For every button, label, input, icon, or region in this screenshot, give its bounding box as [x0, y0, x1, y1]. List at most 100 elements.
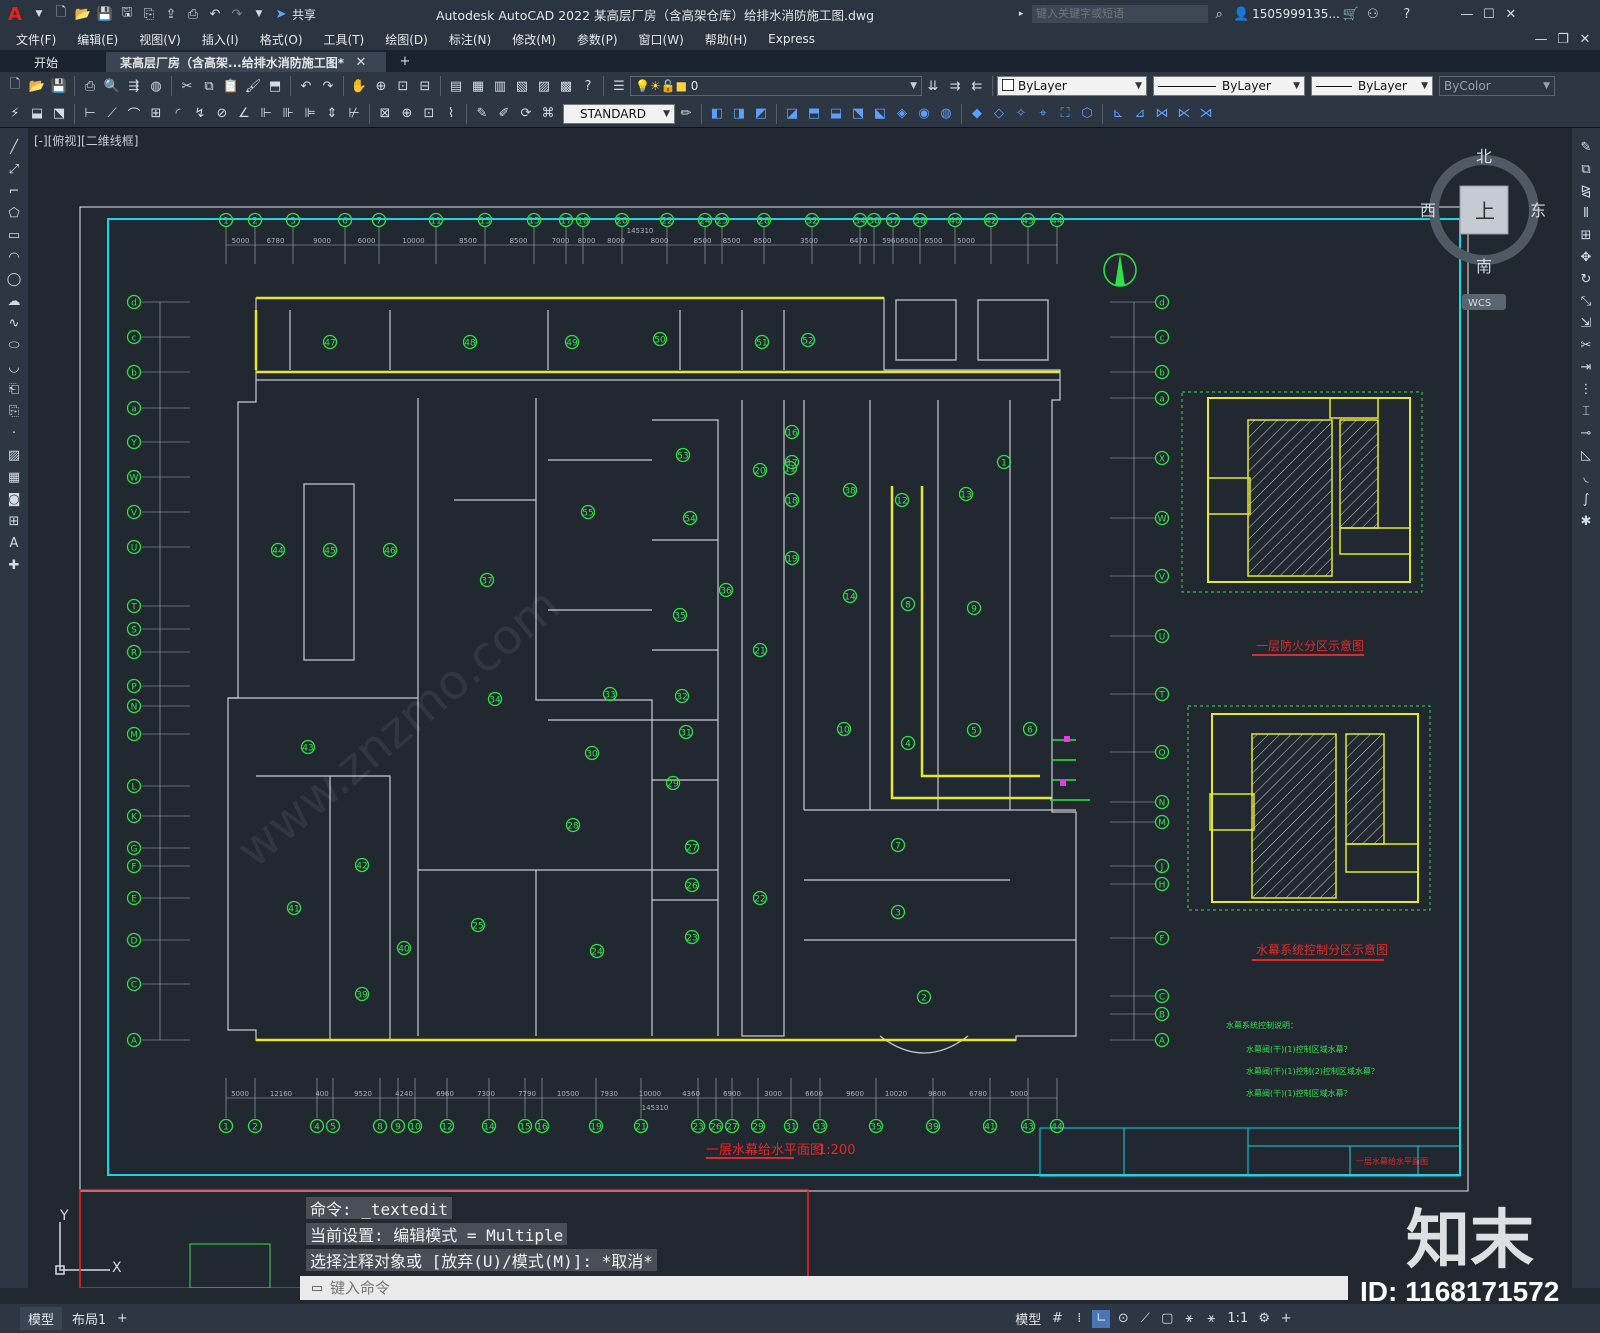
baseline-dim-icon[interactable]: ⊪	[279, 105, 297, 123]
linetype-combo[interactable]: ByLayer ▼	[1153, 76, 1305, 96]
a360-icon[interactable]: ⚇	[1364, 5, 1382, 23]
table-icon[interactable]: ⊞	[5, 512, 23, 530]
osnap-icon[interactable]: ▢	[1158, 1310, 1176, 1328]
search-input[interactable]	[1032, 5, 1209, 23]
ordinate-icon[interactable]: ⊞	[147, 105, 165, 123]
polyline-icon[interactable]: ⌐	[5, 182, 23, 200]
materials-icon[interactable]: ◇	[990, 105, 1008, 123]
model-space-button[interactable]: 模型	[1015, 1309, 1041, 1328]
zoom-realtime-icon[interactable]: ⊕	[372, 77, 390, 95]
loft-icon[interactable]: ⬕	[871, 105, 889, 123]
autocad-logo[interactable]: A	[8, 4, 22, 25]
menu-tools[interactable]: 工具(T)	[324, 31, 365, 48]
paste-icon[interactable]: 📋	[222, 77, 240, 95]
presspull-icon[interactable]: ⬒	[805, 105, 823, 123]
dimtedit-icon[interactable]: ✐	[495, 105, 513, 123]
snap-icon[interactable]: ⁞	[1070, 1310, 1088, 1328]
tab-start[interactable]: 开始	[0, 52, 106, 72]
linear-dim-icon[interactable]: ⊢	[81, 105, 99, 123]
plotstyle-combo[interactable]: ByColor ▼	[1439, 76, 1555, 96]
open-tb-icon[interactable]: 📂	[28, 77, 46, 95]
menu-format[interactable]: 格式(O)	[260, 31, 303, 48]
doc-restore-icon[interactable]: ❐	[1554, 30, 1572, 48]
publish-icon[interactable]: ⇶	[125, 77, 143, 95]
viewcube-west[interactable]: 西	[1420, 201, 1436, 220]
scale-icon[interactable]: ⤡	[1577, 292, 1595, 310]
stretch-icon[interactable]: ⇲	[1577, 314, 1595, 332]
globe-icon[interactable]: ◍	[147, 77, 165, 95]
help-tb-icon[interactable]: ?	[579, 77, 597, 95]
fly-icon[interactable]: ⬡	[1078, 105, 1096, 123]
move-icon[interactable]: ✥	[1577, 248, 1595, 266]
make-block-icon[interactable]: ⎘	[5, 402, 23, 420]
viewcube-east[interactable]: 东	[1530, 201, 1546, 220]
dimedit-icon[interactable]: ✎	[473, 105, 491, 123]
save-as-icon[interactable]: 🖫	[118, 5, 136, 23]
layer-tools-icon[interactable]: ⬔	[50, 105, 68, 123]
command-input[interactable]	[328, 1278, 1232, 1298]
insert-block-icon[interactable]: ⎗	[5, 380, 23, 398]
save-icon[interactable]: 💾	[96, 5, 114, 23]
modeling-box-icon[interactable]: ◧	[708, 105, 726, 123]
ucs-world-icon[interactable]: ⊿	[1131, 105, 1149, 123]
spline-icon[interactable]: ∿	[5, 314, 23, 332]
rectangle-icon[interactable]: ▭	[5, 226, 23, 244]
angular-dim-icon[interactable]: ∠	[235, 105, 253, 123]
break-point-icon[interactable]: ⋮	[1577, 380, 1595, 398]
ellipse-arc-icon[interactable]: ◡	[5, 358, 23, 376]
doc-close-icon[interactable]: ✕	[1576, 30, 1594, 48]
radius-dim-icon[interactable]: ◜	[169, 105, 187, 123]
layer-combo[interactable]: 💡☀🔓■ 0 ▼	[630, 76, 922, 96]
command-input-bar[interactable]: ▭	[300, 1276, 1348, 1300]
annotation-visibility-icon[interactable]: ⚹	[1202, 1310, 1220, 1328]
mirror-icon[interactable]: ⧎	[1577, 182, 1595, 200]
ortho-icon[interactable]: ∟	[1092, 1309, 1111, 1328]
add-icon[interactable]: +	[1277, 1310, 1295, 1328]
open-icon[interactable]: 📂	[74, 5, 92, 23]
block-icon[interactable]: ⬓	[28, 105, 46, 123]
viewcube-north[interactable]: 北	[1476, 147, 1492, 166]
redo-icon[interactable]: ↷	[228, 5, 246, 23]
share-label[interactable]: 共享	[292, 6, 316, 23]
dim-update-icon[interactable]: ⟳	[517, 105, 535, 123]
rotate-icon[interactable]: ↻	[1577, 270, 1595, 288]
blend-icon[interactable]: ∫	[1577, 490, 1595, 508]
modeling-wedge-icon[interactable]: ◨	[730, 105, 748, 123]
annotation-scale[interactable]: 1:1	[1227, 1311, 1248, 1326]
mtext-icon[interactable]: A	[5, 534, 23, 552]
search-icon[interactable]: ⌕	[1210, 5, 1228, 23]
wcs-label[interactable]: WCS	[1468, 298, 1491, 309]
ucs-previous-icon[interactable]: ⋈	[1153, 105, 1171, 123]
trim-icon[interactable]: ✂	[1577, 336, 1595, 354]
cut-icon[interactable]: ✂	[178, 77, 196, 95]
viewcube-south[interactable]: 南	[1476, 257, 1492, 276]
menu-dimension[interactable]: 标注(N)	[449, 31, 491, 48]
qselect-icon[interactable]: ⚡	[6, 105, 24, 123]
inspect-icon[interactable]: ⊡	[420, 105, 438, 123]
subtract-icon[interactable]: ◉	[915, 105, 933, 123]
offset-icon[interactable]: ⫴	[1577, 204, 1595, 222]
zoom-previous-icon[interactable]: ⊟	[416, 77, 434, 95]
user-icon[interactable]: 👤	[1232, 5, 1250, 23]
color-combo[interactable]: ByLayer ▼	[997, 76, 1147, 96]
make-current-icon[interactable]: ⇊	[924, 77, 942, 95]
calculator-icon[interactable]: ▩	[557, 77, 575, 95]
add-layout-icon[interactable]: +	[113, 1310, 131, 1328]
doc-minimize-icon[interactable]: —	[1532, 30, 1550, 48]
layer-properties-icon[interactable]: ☰	[610, 77, 628, 95]
copy-object-icon[interactable]: ⧉	[1577, 160, 1595, 178]
menu-express[interactable]: Express	[768, 32, 815, 46]
layer-states-icon[interactable]: ⇇	[968, 77, 986, 95]
render-icon[interactable]: ◆	[968, 105, 986, 123]
cart-icon[interactable]: 🛒	[1342, 5, 1360, 23]
undo-tb-icon[interactable]: ↶	[297, 77, 315, 95]
logo-dropdown-icon[interactable]: ▼	[30, 5, 48, 23]
polygon-icon[interactable]: ⬠	[5, 204, 23, 222]
sheet-set-icon[interactable]: ▧	[513, 77, 531, 95]
viewport-label[interactable]: [-][俯视][二维线框]	[34, 133, 138, 148]
sweep-icon[interactable]: ⬓	[827, 105, 845, 123]
chamfer-icon[interactable]: ◺	[1577, 446, 1595, 464]
modeling-cone-icon[interactable]: ◩	[752, 105, 770, 123]
minimize-icon[interactable]: —	[1458, 5, 1476, 23]
menu-window[interactable]: 窗口(W)	[639, 31, 684, 48]
